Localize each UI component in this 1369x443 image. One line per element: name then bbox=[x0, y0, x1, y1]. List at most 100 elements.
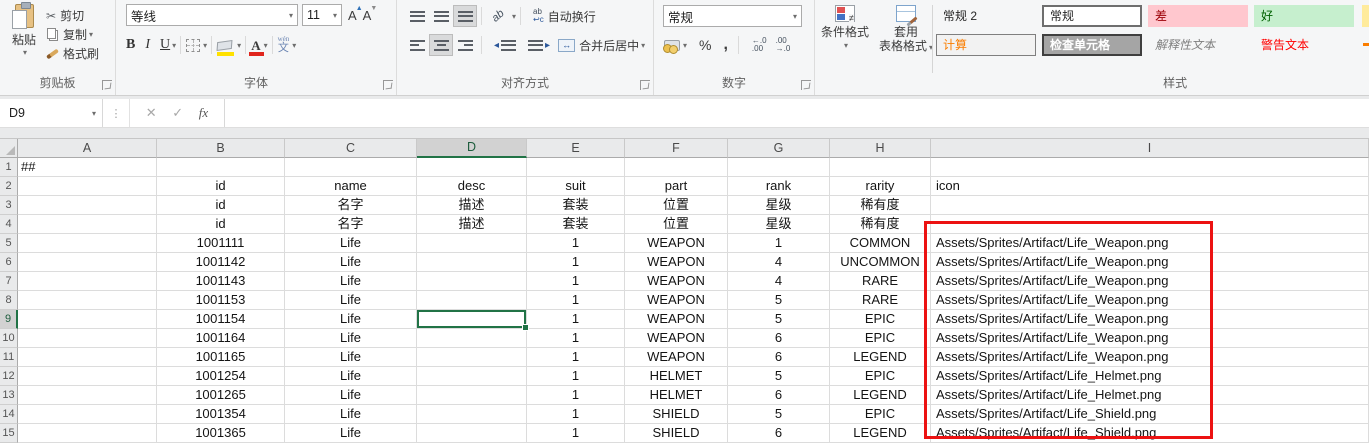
cell-A5[interactable] bbox=[18, 234, 157, 253]
cell-D12[interactable] bbox=[417, 367, 527, 386]
cell-G9[interactable]: 5 bbox=[728, 310, 830, 329]
cell-G13[interactable]: 6 bbox=[728, 386, 830, 405]
cell-F7[interactable]: WEAPON bbox=[625, 272, 728, 291]
cell-E15[interactable]: 1 bbox=[527, 424, 625, 443]
cell-C12[interactable]: Life bbox=[285, 367, 417, 386]
cell-A15[interactable] bbox=[18, 424, 157, 443]
cell-I10[interactable]: Assets/Sprites/Artifact/Life_Weapon.png bbox=[931, 329, 1369, 348]
cell-E3[interactable]: 套装 bbox=[527, 196, 625, 215]
cell-E12[interactable]: 1 bbox=[527, 367, 625, 386]
align-right-button[interactable] bbox=[453, 34, 477, 56]
row-header-9[interactable]: 9 bbox=[0, 310, 18, 329]
cell-B11[interactable]: 1001165 bbox=[157, 348, 285, 367]
merge-center-button[interactable]: ↔ 合并后居中 ▾ bbox=[558, 37, 645, 54]
cell-D2[interactable]: desc bbox=[417, 177, 527, 196]
cell-E5[interactable]: 1 bbox=[527, 234, 625, 253]
cell-H13[interactable]: LEGEND bbox=[830, 386, 931, 405]
cell-C13[interactable]: Life bbox=[285, 386, 417, 405]
align-left-button[interactable] bbox=[405, 34, 429, 56]
style-bad[interactable]: 差 bbox=[1148, 5, 1248, 27]
cell-F6[interactable]: WEAPON bbox=[625, 253, 728, 272]
style-neutral-cutoff[interactable] bbox=[1362, 5, 1369, 27]
cell-G1[interactable] bbox=[728, 158, 830, 177]
cell-B8[interactable]: 1001153 bbox=[157, 291, 285, 310]
cell-I1[interactable] bbox=[931, 158, 1369, 177]
cell-F3[interactable]: 位置 bbox=[625, 196, 728, 215]
cell-C4[interactable]: 名字 bbox=[285, 215, 417, 234]
cell-D13[interactable] bbox=[417, 386, 527, 405]
clipboard-dialog-launcher-icon[interactable] bbox=[102, 80, 112, 90]
cell-B7[interactable]: 1001143 bbox=[157, 272, 285, 291]
cell-B14[interactable]: 1001354 bbox=[157, 405, 285, 424]
cell-F13[interactable]: HELMET bbox=[625, 386, 728, 405]
row-header-8[interactable]: 8 bbox=[0, 291, 18, 310]
ellipsis-handle-icon[interactable]: ⋮ bbox=[103, 107, 129, 120]
select-all-corner[interactable] bbox=[0, 139, 18, 158]
row-header-10[interactable]: 10 bbox=[0, 329, 18, 348]
cell-B5[interactable]: 1001111 bbox=[157, 234, 285, 253]
conditional-formatting-button[interactable]: ≠ 条件格式 ▾ bbox=[817, 3, 873, 53]
row-header-12[interactable]: 12 bbox=[0, 367, 18, 386]
cell-H5[interactable]: COMMON bbox=[830, 234, 931, 253]
cell-H7[interactable]: RARE bbox=[830, 272, 931, 291]
column-header-E[interactable]: E bbox=[527, 139, 625, 158]
cell-G12[interactable]: 5 bbox=[728, 367, 830, 386]
cell-B6[interactable]: 1001142 bbox=[157, 253, 285, 272]
cell-C3[interactable]: 名字 bbox=[285, 196, 417, 215]
cell-D15[interactable] bbox=[417, 424, 527, 443]
cell-I2[interactable]: icon bbox=[931, 177, 1369, 196]
font-color-button[interactable]: A bbox=[250, 39, 261, 52]
cell-C2[interactable]: name bbox=[285, 177, 417, 196]
cell-C6[interactable]: Life bbox=[285, 253, 417, 272]
cell-G10[interactable]: 6 bbox=[728, 329, 830, 348]
cell-A13[interactable] bbox=[18, 386, 157, 405]
cell-E7[interactable]: 1 bbox=[527, 272, 625, 291]
cell-D5[interactable] bbox=[417, 234, 527, 253]
cell-D10[interactable] bbox=[417, 329, 527, 348]
cell-H2[interactable]: rarity bbox=[830, 177, 931, 196]
cell-H15[interactable]: LEGEND bbox=[830, 424, 931, 443]
cell-F9[interactable]: WEAPON bbox=[625, 310, 728, 329]
style-calculation[interactable]: 计算 bbox=[936, 34, 1036, 56]
cell-H6[interactable]: UNCOMMON bbox=[830, 253, 931, 272]
cell-D4[interactable]: 描述 bbox=[417, 215, 527, 234]
cell-G5[interactable]: 1 bbox=[728, 234, 830, 253]
row-header-1[interactable]: 1 bbox=[0, 158, 18, 177]
cell-D14[interactable] bbox=[417, 405, 527, 424]
cell-C9[interactable]: Life bbox=[285, 310, 417, 329]
insert-function-icon[interactable]: fx bbox=[199, 105, 208, 121]
name-box[interactable]: D9 ▾ bbox=[0, 99, 103, 127]
column-header-C[interactable]: C bbox=[285, 139, 417, 158]
style-normal-2[interactable]: 常规 2 bbox=[936, 5, 1036, 27]
cell-D11[interactable] bbox=[417, 348, 527, 367]
align-top-button[interactable] bbox=[405, 5, 429, 27]
paste-button[interactable]: 粘贴 ▾ bbox=[4, 3, 44, 65]
cell-B1[interactable] bbox=[157, 158, 285, 177]
cell-A1[interactable]: ## bbox=[18, 158, 157, 177]
cell-F12[interactable]: HELMET bbox=[625, 367, 728, 386]
increase-decimal-button[interactable]: ←.0.00 bbox=[752, 37, 767, 53]
cell-C14[interactable]: Life bbox=[285, 405, 417, 424]
cell-G15[interactable]: 6 bbox=[728, 424, 830, 443]
cell-E11[interactable]: 1 bbox=[527, 348, 625, 367]
cell-B4[interactable]: id bbox=[157, 215, 285, 234]
align-center-button[interactable] bbox=[429, 34, 453, 56]
cell-A2[interactable] bbox=[18, 177, 157, 196]
cell-F2[interactable]: part bbox=[625, 177, 728, 196]
cell-I5[interactable]: Assets/Sprites/Artifact/Life_Weapon.png bbox=[931, 234, 1369, 253]
cell-C1[interactable] bbox=[285, 158, 417, 177]
cancel-icon[interactable]: ✕ bbox=[146, 105, 157, 121]
cell-B12[interactable]: 1001254 bbox=[157, 367, 285, 386]
underline-button[interactable]: U bbox=[160, 37, 170, 53]
number-format-select[interactable]: 常规 ▾ bbox=[663, 5, 802, 27]
row-header-7[interactable]: 7 bbox=[0, 272, 18, 291]
cell-F15[interactable]: SHIELD bbox=[625, 424, 728, 443]
cut-button[interactable]: ✂ 剪切 bbox=[46, 6, 99, 25]
cell-G11[interactable]: 6 bbox=[728, 348, 830, 367]
cell-D6[interactable] bbox=[417, 253, 527, 272]
increase-font-size-button[interactable]: A▲ bbox=[348, 8, 357, 23]
column-header-H[interactable]: H bbox=[830, 139, 931, 158]
cell-I3[interactable] bbox=[931, 196, 1369, 215]
cell-C8[interactable]: Life bbox=[285, 291, 417, 310]
cell-G6[interactable]: 4 bbox=[728, 253, 830, 272]
